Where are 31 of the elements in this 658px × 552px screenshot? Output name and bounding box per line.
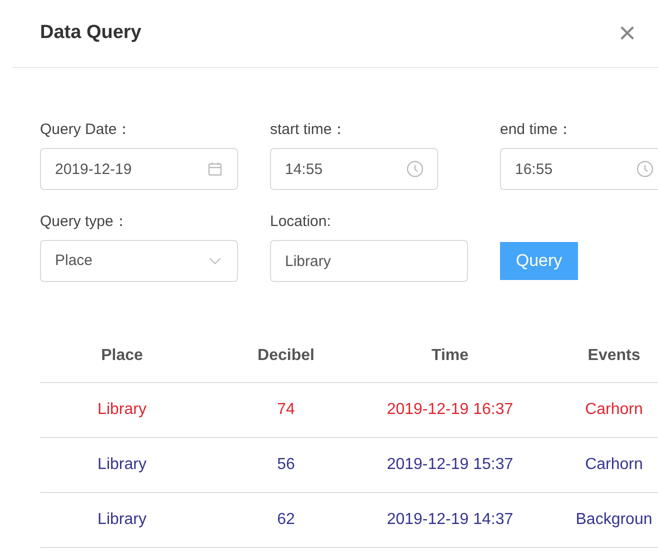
table-cell: 56 xyxy=(204,437,368,492)
table-cell: Library xyxy=(40,382,204,437)
table-cell: 74 xyxy=(204,382,368,437)
field-label: end time： xyxy=(500,120,574,140)
table-cell: Library xyxy=(40,492,204,547)
clock-icon xyxy=(636,160,654,178)
field-label: Query Date： xyxy=(40,120,133,140)
field-label: Query type： xyxy=(40,212,130,232)
location-field[interactable]: Library xyxy=(270,240,468,282)
field-label: start time： xyxy=(270,120,348,140)
field-label: Location: xyxy=(270,212,332,232)
table-cell: Carhorn xyxy=(532,437,658,492)
table-cell: 2019-12-19 16:37 xyxy=(368,382,532,437)
date-field[interactable]: 2019-12-19 xyxy=(40,148,238,190)
table-cell: 2019-12-19 14:37 xyxy=(368,492,532,547)
table-cell: Library xyxy=(40,437,204,492)
type-dropdown[interactable]: Place xyxy=(40,240,238,282)
column-header: Decibel xyxy=(204,330,368,382)
table-cell: 2019-12-19 15:37 xyxy=(368,437,532,492)
dialog-title: Data Query xyxy=(40,21,142,46)
calendar-icon xyxy=(206,160,224,178)
column-header: Events xyxy=(532,330,658,382)
time-field[interactable]: 16:55 xyxy=(500,148,658,190)
column-header: Place xyxy=(40,330,204,382)
clock-icon xyxy=(406,160,424,178)
time-field[interactable]: 14:55 xyxy=(270,148,438,190)
table-cell: 62 xyxy=(204,492,368,547)
column-header: Time xyxy=(368,330,532,382)
table-cell: Carhorn xyxy=(532,382,658,437)
close-button[interactable]: × xyxy=(614,18,640,48)
table-cell: Backgroun xyxy=(532,492,658,547)
